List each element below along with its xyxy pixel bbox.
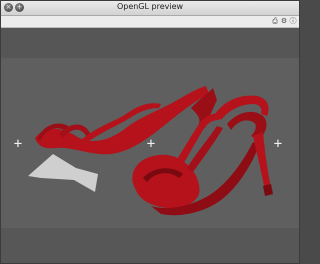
crosshair-left: + — [13, 136, 23, 152]
export-icon[interactable]: ⎙ — [271, 17, 279, 25]
opengl-preview-window: × + OpenGL preview ⎙ ⚙ ⓘ + + + — [0, 0, 300, 264]
crosshair-right: + — [273, 136, 283, 152]
zoom-icon[interactable]: + — [15, 3, 24, 12]
front-shoe-heel-tip — [263, 184, 273, 196]
title-bar: × + OpenGL preview — [1, 1, 299, 16]
settings-icon[interactable]: ⚙ — [280, 17, 288, 25]
info-icon[interactable]: ⓘ — [289, 17, 297, 25]
shoe-shadow — [28, 154, 98, 192]
window-title: OpenGL preview — [116, 2, 184, 11]
gl-viewport[interactable]: + + + — [1, 28, 299, 263]
crosshair-center: + — [146, 136, 156, 152]
front-shoe-heel — [253, 132, 271, 190]
front-shoe-strap — [187, 126, 223, 172]
front-shoe-vamp — [132, 154, 200, 209]
close-icon[interactable]: × — [4, 3, 13, 12]
toolbar: ⎙ ⚙ ⓘ — [1, 16, 299, 28]
